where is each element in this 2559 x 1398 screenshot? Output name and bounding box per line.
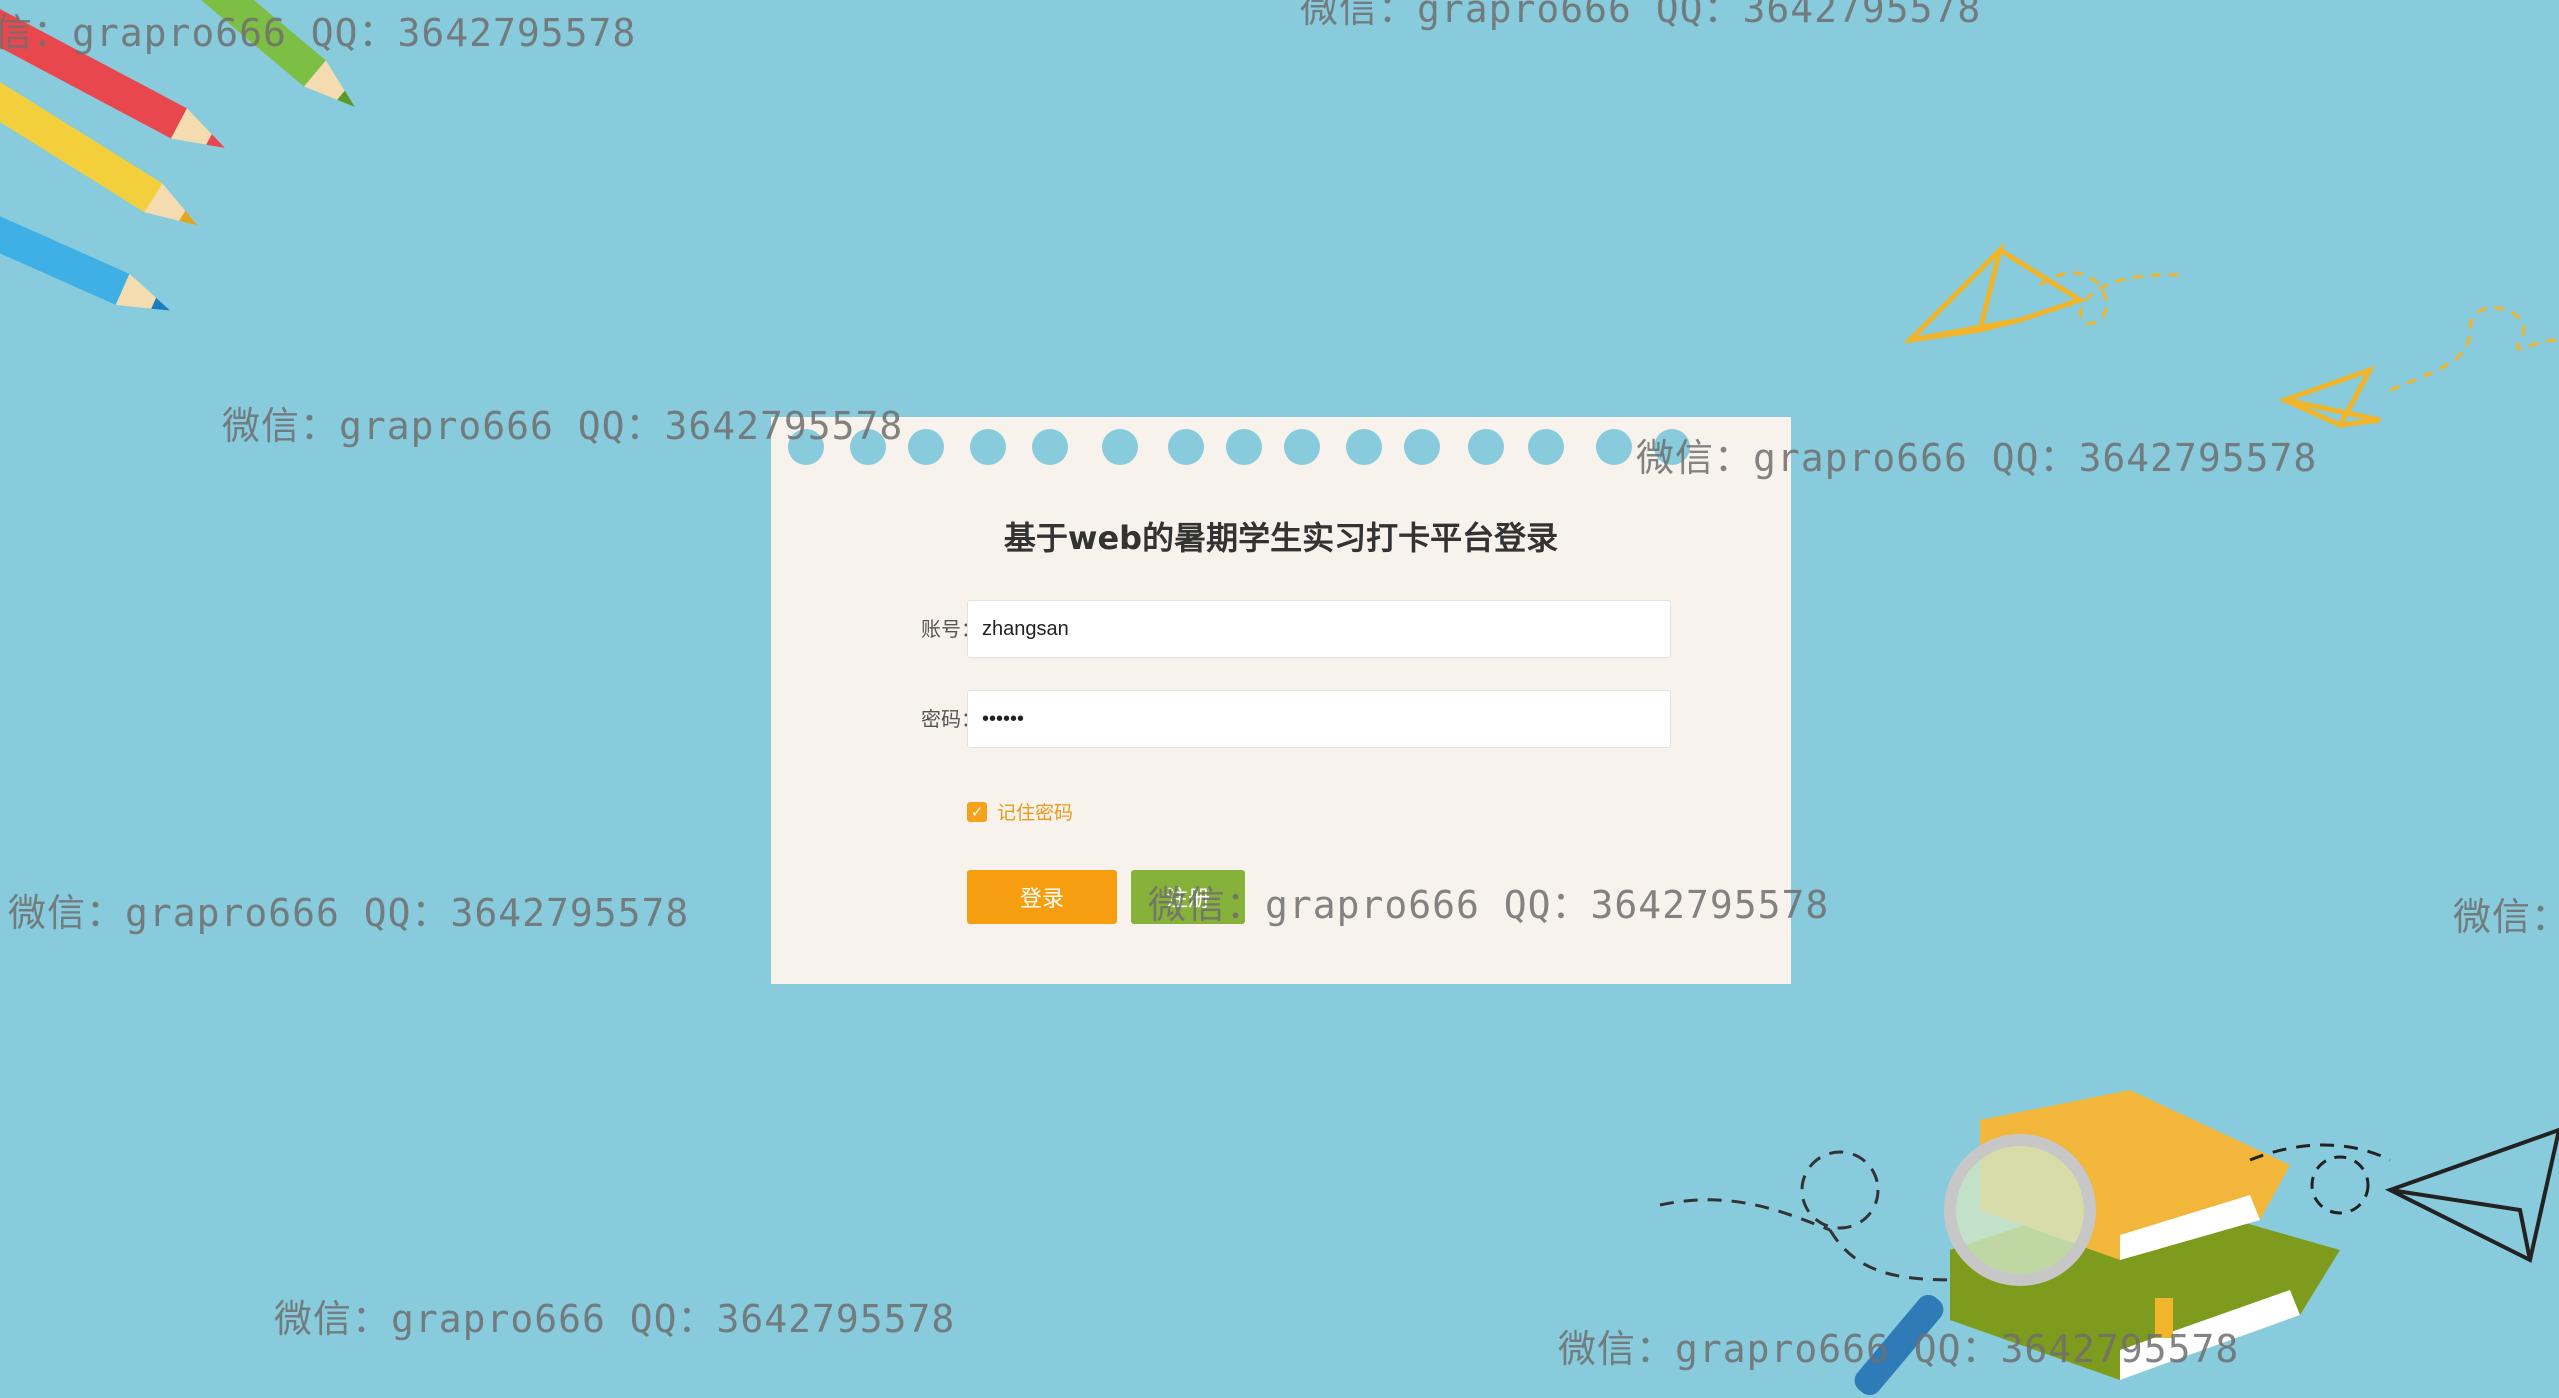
paper-plane-icon [1902, 241, 2181, 344]
username-input[interactable] [967, 600, 1671, 658]
watermark-text: 微信：grapro666 QQ：3642795578 [274, 1297, 956, 1341]
watermark-text: 微信：grapro666 QQ：3642795578 [1148, 883, 1830, 927]
remember-password-label: 记住密码 [997, 802, 1074, 824]
hole-decoration [1346, 429, 1382, 465]
hole-decoration [908, 429, 944, 465]
hole-decoration [1468, 429, 1504, 465]
hole-decoration [1168, 429, 1204, 465]
login-button[interactable]: 登录 [967, 870, 1117, 924]
watermark-text: 信：grapro666 QQ：3642795578 [0, 11, 637, 55]
page-title: 基于web的暑期学生实习打卡平台登录 [1003, 519, 1559, 557]
paper-plane-icon [2278, 306, 2559, 429]
watermark-text: 微信：grapro666 QQ：3642795578 [1300, 0, 1982, 31]
checkbox-checked-icon[interactable]: ✓ [967, 801, 987, 822]
hole-decoration [1284, 429, 1320, 465]
hole-decoration [970, 429, 1006, 465]
hole-decoration [1528, 429, 1564, 465]
watermark-text: 微信：grapro666 QQ：3642795578 [8, 891, 690, 935]
watermark-text: 微信：grapro666 QQ：3642795578 [222, 404, 904, 448]
hole-decoration [1226, 429, 1262, 465]
password-input[interactable] [967, 690, 1671, 748]
watermark-text: 微信：grapro666 QQ：3642795578 [1558, 1327, 2240, 1371]
hole-decoration [1404, 429, 1440, 465]
hole-decoration [1102, 429, 1138, 465]
watermark-text: 微信： [2453, 895, 2559, 939]
remember-password[interactable]: ✓ 记住密码 [967, 798, 1073, 825]
hole-decoration [1596, 429, 1632, 465]
watermark-text: 微信：grapro666 QQ：3642795578 [1636, 436, 2318, 480]
hole-decoration [1032, 429, 1068, 465]
